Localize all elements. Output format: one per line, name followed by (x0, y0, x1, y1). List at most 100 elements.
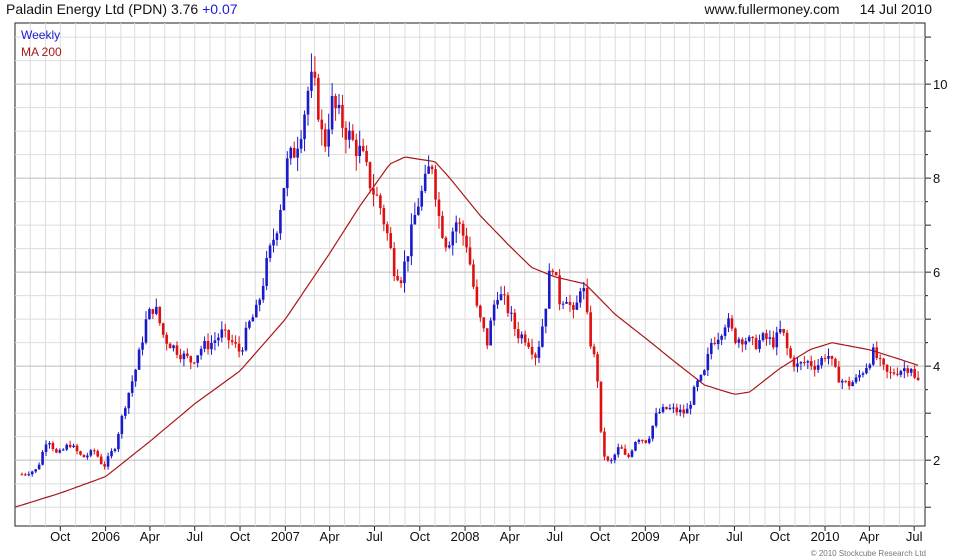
candle-body (330, 96, 334, 130)
candle-body (582, 288, 586, 292)
candle-body (744, 341, 748, 345)
candle-body (658, 412, 661, 414)
candle-body (627, 454, 630, 457)
candle-body (613, 454, 617, 461)
candle-body (506, 295, 510, 314)
candle-body (251, 317, 255, 322)
candle-body (541, 326, 544, 347)
candle-body (72, 445, 75, 448)
candle-body (782, 329, 785, 333)
candle-body (747, 336, 751, 342)
candle-body (547, 270, 551, 309)
candle-body (572, 304, 575, 310)
candle-body (106, 456, 110, 467)
x-tick-label: Apr (680, 529, 701, 544)
candle-body (847, 381, 851, 387)
x-tick-label: Oct (410, 529, 431, 544)
candle-body (778, 329, 782, 333)
candle-body (654, 413, 658, 426)
x-tick-label: 2010 (811, 529, 840, 544)
candle-body (871, 347, 875, 365)
candle-body (558, 275, 561, 305)
candle-body (479, 305, 482, 318)
x-tick-label: 2007 (271, 529, 300, 544)
candle-body (554, 272, 558, 276)
candle-body (589, 312, 592, 347)
candle-body (213, 340, 217, 343)
candle-body (789, 348, 792, 358)
candle-body (689, 404, 692, 409)
candle-body (892, 372, 896, 374)
candle-body (716, 339, 720, 345)
x-tick-label: Jul (726, 529, 743, 544)
candle-body (248, 321, 251, 328)
candle-body (885, 364, 889, 372)
candle-body (806, 361, 810, 363)
candle-body (385, 224, 389, 234)
candle-body (475, 286, 479, 306)
candle-body (217, 337, 220, 341)
candle-body (596, 354, 599, 382)
candle-body (272, 239, 275, 246)
candle-body (124, 408, 127, 416)
x-tick-label: 2006 (91, 529, 120, 544)
candle-body (372, 188, 375, 195)
candle-body (751, 336, 754, 339)
x-tick-label: Oct (50, 529, 71, 544)
candle-body (527, 342, 530, 347)
candle-body (875, 347, 879, 358)
candle-body (775, 332, 779, 348)
candle-body (682, 409, 686, 414)
candle-body (896, 373, 899, 375)
candle-body (158, 306, 162, 324)
y-tick-label: 4 (933, 359, 940, 374)
candle-body (916, 377, 920, 381)
candle-body (179, 354, 182, 360)
candle-body (851, 382, 854, 387)
candle-body (741, 339, 744, 345)
candle-body (465, 235, 468, 248)
candle-body (651, 425, 654, 439)
candle-body (565, 301, 568, 304)
candle-body (165, 334, 168, 344)
candle-body (348, 130, 351, 140)
candle-body (361, 145, 365, 151)
x-tick-label: Oct (770, 529, 791, 544)
candle-body (709, 343, 713, 354)
candle-body (41, 451, 44, 465)
candle-body (461, 223, 465, 236)
candle-body (261, 285, 265, 300)
x-tick-label: Apr (500, 529, 521, 544)
candle-body (913, 368, 916, 378)
candle-body (323, 129, 327, 147)
candle-body (244, 327, 248, 351)
candle-body (561, 303, 565, 305)
candle-body (792, 357, 796, 367)
candle-body (113, 449, 117, 452)
candle-body (906, 368, 910, 373)
candle-body (334, 96, 337, 109)
candle-body (127, 392, 131, 409)
candle-body (68, 444, 72, 448)
candle-body (523, 334, 527, 343)
candle-body (254, 304, 258, 318)
candle-body (103, 464, 106, 467)
x-tick-label: Apr (859, 529, 880, 544)
candle-body (503, 294, 506, 296)
candle-body (392, 248, 396, 277)
candle-body (444, 237, 448, 248)
candle-body (79, 451, 82, 455)
candle-body (306, 90, 310, 115)
x-tick-label: Oct (230, 529, 251, 544)
x-tick-label: Jul (546, 529, 563, 544)
candle-body (365, 150, 368, 163)
candle-body (437, 199, 441, 216)
candle-body (799, 362, 803, 364)
candle-body (685, 408, 689, 414)
candle-body (765, 333, 768, 339)
candle-body (82, 454, 86, 458)
candle-body (220, 329, 224, 338)
candle-body (130, 381, 134, 393)
candle-body (416, 206, 420, 215)
candle-body (675, 407, 679, 413)
